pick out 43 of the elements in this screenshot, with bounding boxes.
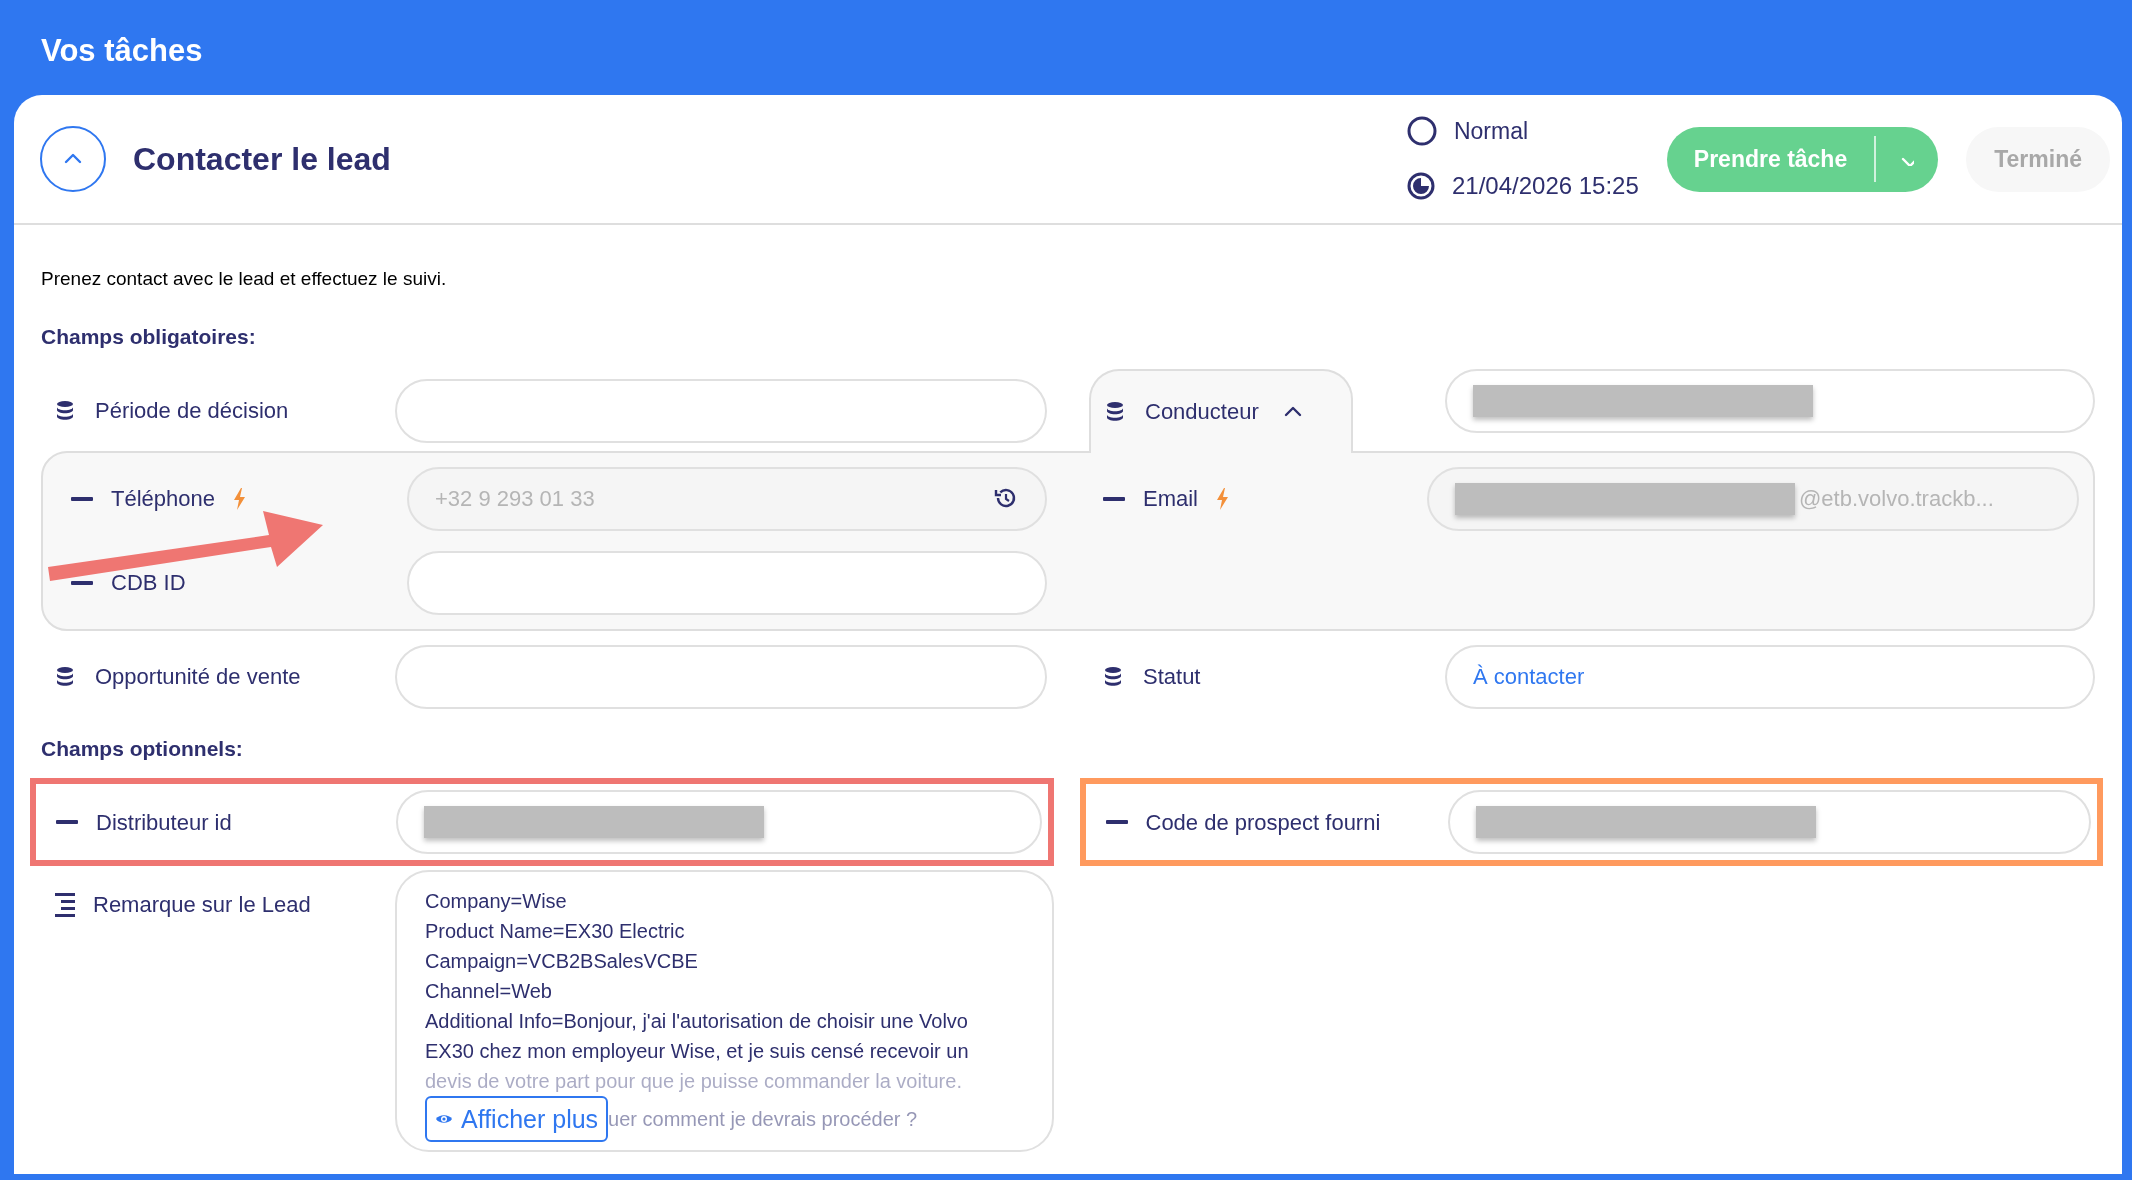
dash-icon bbox=[56, 820, 78, 824]
input-field[interactable]: +32 9 293 01 33 bbox=[407, 466, 1047, 531]
dash-icon bbox=[1105, 820, 1128, 824]
field-label: Période de décision bbox=[95, 397, 289, 425]
field-label: Email bbox=[1143, 485, 1198, 513]
take-task-button[interactable]: Prendre tâche bbox=[1666, 126, 1939, 192]
page-title: Vos tâches bbox=[41, 32, 203, 70]
field-label: Code de prospect fourni bbox=[1145, 808, 1381, 837]
dash-icon bbox=[71, 580, 93, 585]
collapse-button[interactable] bbox=[40, 126, 106, 192]
remark-line: Additional Info=Bonjour, j'ai l'autorisation de choisir une Volvo bbox=[425, 1009, 969, 1034]
dash-icon bbox=[1103, 496, 1125, 501]
field-label: Opportunité de vente bbox=[95, 663, 301, 691]
remark-line: Channel=Web bbox=[425, 979, 553, 1004]
remark-line: devis de votre part pour que je puisse commander la voiture. bbox=[425, 1069, 963, 1094]
field-label: CDB ID bbox=[111, 569, 186, 597]
field-value: +32 9 293 01 33 bbox=[435, 485, 595, 513]
field-value: À contacter bbox=[1473, 663, 1585, 691]
remark-line: uer comment je devrais procéder ? bbox=[608, 1107, 918, 1132]
remark-field[interactable] bbox=[395, 870, 1054, 1152]
priority-label: Normal bbox=[1453, 116, 1529, 146]
section-toggle[interactable]: Conducteur bbox=[1089, 368, 1353, 453]
input-field[interactable]: À contacter bbox=[1445, 644, 2095, 709]
clock-icon bbox=[1406, 172, 1435, 201]
section-heading: Champs optionnels: bbox=[41, 735, 244, 762]
field-label: Téléphone bbox=[111, 485, 215, 513]
circle-icon bbox=[1406, 116, 1437, 146]
task-title: Contacter le lead bbox=[133, 140, 391, 179]
input-field[interactable]: @etb.volvo.trackb... bbox=[1427, 466, 2079, 531]
remark-line: EX30 chez mon employeur Wise, et je suis censé recevoir un bbox=[425, 1039, 970, 1064]
show-more-button[interactable]: Afficher plus bbox=[425, 1096, 609, 1142]
section-heading: Champs obligatoires: bbox=[41, 324, 257, 350]
field-value: @etb.volvo.trackb... bbox=[1799, 485, 1994, 513]
dash-icon bbox=[71, 496, 93, 501]
remark-line: Product Name=EX30 Electric bbox=[425, 919, 686, 944]
field-label: Distributeur id bbox=[96, 808, 232, 837]
field-label: Remarque sur le Lead bbox=[93, 891, 311, 919]
due-date: 21/04/2026 15:25 bbox=[1451, 171, 1639, 202]
list-icon bbox=[55, 892, 75, 917]
field-label: Statut bbox=[1143, 663, 1201, 691]
task-description: Prenez contact avec le lead et effectuez le suivi. bbox=[41, 267, 448, 291]
remark-line: Campaign=VCB2BSalesVCBE bbox=[425, 949, 699, 974]
remark-line: Company=Wise bbox=[425, 889, 568, 914]
